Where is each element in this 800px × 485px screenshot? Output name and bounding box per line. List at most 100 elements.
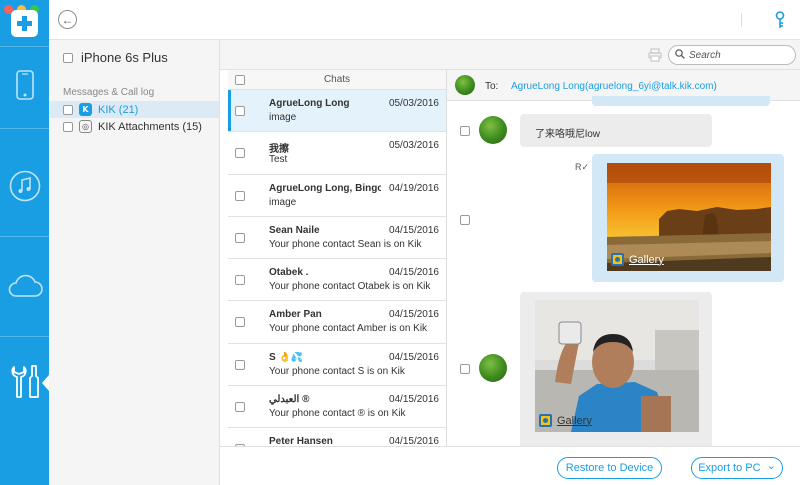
gallery-link[interactable]: Gallery (539, 414, 592, 427)
back-button[interactable]: ← (58, 10, 77, 29)
gallery-label: Gallery (629, 253, 664, 266)
export-to-pc-button[interactable]: Export to PC ⌄ (691, 457, 783, 479)
search-icon (675, 48, 685, 62)
chat-row[interactable]: AgrueLong Long 05/03/2016 image (228, 90, 446, 133)
tree-item-checkbox[interactable] (63, 104, 73, 115)
chat-row[interactable]: Sean Naile 04/15/2016 Your phone contact S… (228, 216, 446, 260)
chat-row-checkbox[interactable] (235, 359, 245, 370)
chat-list-header: Chats (228, 70, 446, 90)
message-checkbox[interactable] (460, 215, 470, 225)
chat-row-checkbox[interactable] (235, 402, 245, 413)
chat-preview: Your phone contact Sean is on Kik (269, 238, 422, 250)
chat-preview: Your phone contact S is on Kik (269, 365, 405, 377)
tree-item-kik-attachments[interactable]: ◎ KIK Attachments (15) (49, 118, 219, 135)
to-label: To: (485, 81, 499, 92)
chat-row[interactable]: Peter Hansen 04/15/2016 (228, 428, 446, 446)
gallery-label: Gallery (557, 414, 592, 427)
chat-name: العبدلي ® (269, 394, 310, 406)
avatar (455, 75, 475, 95)
kik-icon: K (79, 103, 92, 116)
chat-date: 04/15/2016 (388, 351, 439, 363)
chat-row-checkbox[interactable] (235, 275, 245, 286)
left-sidebar (0, 0, 49, 485)
search-input[interactable] (689, 49, 789, 61)
chat-name: Peter Hansen (269, 436, 333, 446)
select-all-checkbox[interactable] (235, 75, 245, 85)
chat-row[interactable]: S 👌💦 04/15/2016 Your phone contact S is on… (228, 343, 446, 387)
chat-row-checkbox[interactable] (235, 148, 245, 159)
chat-row-checkbox[interactable] (235, 190, 245, 201)
active-indicator (42, 375, 49, 391)
tree-item-checkbox[interactable] (63, 121, 73, 132)
tree-item-kik[interactable]: K KIK (21) (49, 101, 219, 118)
attachment-icon: ◎ (79, 120, 92, 133)
landscape-photo[interactable]: Gallery (607, 163, 771, 271)
rail-divider (0, 336, 49, 337)
chat-preview: Your phone contact Otabek is on Kik (269, 281, 431, 293)
rail-divider (0, 46, 49, 47)
search-box[interactable] (668, 45, 796, 65)
read-receipt: R✓ (575, 162, 590, 172)
device-row[interactable]: iPhone 6s Plus (63, 50, 168, 65)
message-checkbox[interactable] (460, 364, 470, 374)
chat-row-checkbox[interactable] (235, 106, 245, 116)
chat-name: Sean Naile (269, 224, 320, 236)
device-checkbox[interactable] (63, 52, 73, 63)
chat-date: 04/19/2016 (388, 182, 439, 194)
bottom-action-bar: Restore to Device Export to PC ⌄ (220, 446, 800, 485)
chat-date: 05/03/2016 (388, 98, 439, 109)
chat-name: 我擦 (269, 144, 289, 156)
cloud-icon[interactable] (0, 272, 49, 298)
device-tree-panel: iPhone 6s Plus Messages & Call log K KIK… (49, 40, 220, 485)
gallery-icon (611, 253, 624, 266)
phone-icon[interactable] (0, 70, 49, 100)
chat-name: AgrueLong Long, Bingo... (269, 182, 381, 194)
print-icon[interactable] (648, 48, 662, 65)
arrow-left-icon: ← (61, 12, 74, 27)
music-icon[interactable] (0, 170, 49, 202)
chat-row[interactable]: AgrueLong Long, Bingo... 04/19/2016 image (228, 174, 446, 217)
chat-name: S 👌💦 (269, 351, 304, 363)
chat-row[interactable]: العبدلي ® 04/15/2016 Your phone contact ® … (228, 386, 446, 429)
chat-preview: image (269, 196, 297, 208)
chat-row[interactable]: 我擦 05/03/2016 Test (228, 132, 446, 175)
tree-item-label: KIK Attachments (15) (98, 120, 202, 133)
chat-name: Otabek . (269, 267, 309, 279)
conversation-panel: To: AgrueLong Long(agruelong_6yi@talk.ki… (447, 70, 800, 446)
chat-date: 04/15/2016 (388, 436, 439, 446)
top-bar: ← (49, 0, 800, 40)
restore-to-device-button[interactable]: Restore to Device (557, 457, 662, 479)
gallery-icon (539, 414, 552, 427)
message-checkbox[interactable] (460, 126, 470, 136)
app-logo-icon (11, 10, 38, 37)
chat-preview: Test (269, 154, 288, 166)
chevron-down-icon: ⌄ (766, 459, 776, 472)
chat-list-title: Chats (323, 74, 351, 85)
chat-row[interactable]: Amber Pan 04/15/2016 Your phone contact Am… (228, 301, 446, 344)
export-label: Export to PC (698, 462, 761, 474)
message-bubble (592, 96, 770, 106)
chat-name: AgrueLong Long (269, 98, 350, 109)
toolbar-divider (741, 13, 742, 27)
chat-row[interactable]: Otabek . 04/15/2016 Your phone contact Ota… (228, 259, 446, 302)
avatar (479, 354, 507, 382)
tree-item-label: KIK (21) (98, 103, 139, 116)
key-icon[interactable] (775, 11, 785, 32)
chat-date: 04/15/2016 (388, 224, 439, 236)
rail-divider (0, 236, 49, 237)
rail-divider (0, 128, 49, 129)
chat-name: Amber Pan (269, 309, 322, 321)
recipient-address: AgrueLong Long(agruelong_6yi@talk.kik.co… (511, 81, 717, 92)
message-text: 了来咯哦尼low (535, 129, 601, 140)
content-toolbar (220, 40, 800, 70)
device-name: iPhone 6s Plus (81, 50, 168, 65)
chat-list: Chats AgrueLong Long 05/03/2016 image 我擦 05/… (228, 70, 447, 446)
selfie-photo[interactable]: Gallery (535, 300, 699, 432)
chat-row-checkbox[interactable] (235, 232, 245, 243)
chat-preview: Your phone contact ® is on Kik (269, 408, 406, 420)
chat-row-checkbox[interactable] (235, 317, 245, 328)
gallery-link[interactable]: Gallery (611, 253, 664, 266)
avatar (479, 116, 507, 144)
chat-date: 04/15/2016 (388, 309, 439, 321)
chat-date: 04/15/2016 (388, 394, 439, 406)
